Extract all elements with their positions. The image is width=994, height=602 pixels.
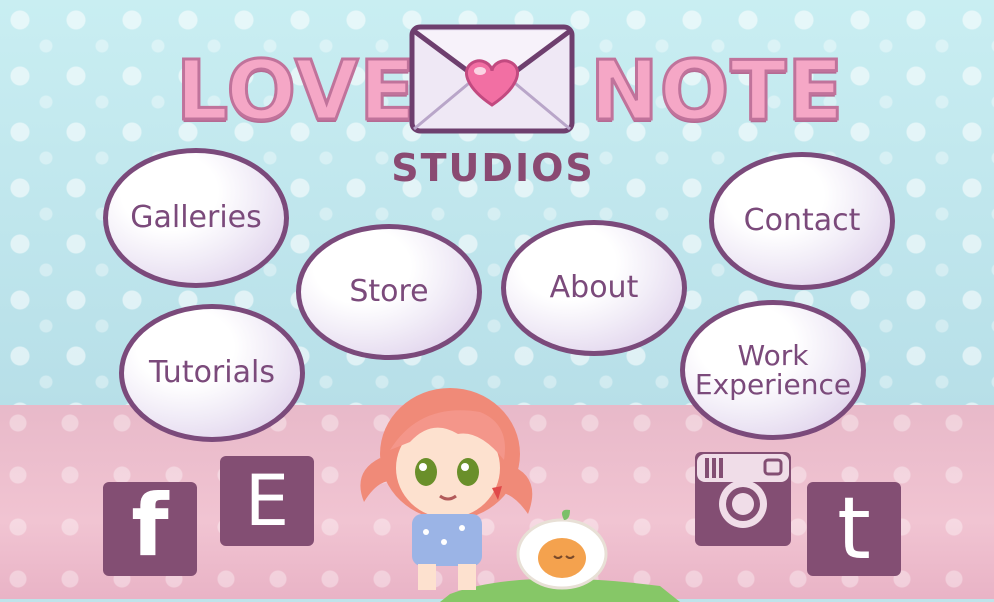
nav-about-label: About bbox=[549, 270, 639, 306]
mascot-illustration bbox=[360, 388, 680, 602]
nav-work-experience-button[interactable]: Work Experience bbox=[680, 300, 866, 440]
nav-about-button[interactable]: About bbox=[501, 220, 687, 356]
nav-work-line2: Experience bbox=[694, 368, 852, 401]
tumblr-icon: t bbox=[837, 479, 871, 579]
nav-store-label: Store bbox=[349, 274, 429, 310]
nav-galleries-label: Galleries bbox=[130, 200, 262, 236]
nav-work-experience-label: Work Experience bbox=[694, 338, 852, 401]
facebook-button[interactable]: f bbox=[103, 476, 197, 576]
nav-work-line1: Work bbox=[737, 338, 809, 372]
etsy-button[interactable]: E bbox=[220, 456, 314, 546]
logo-studios-text: STUDIOS bbox=[391, 146, 595, 190]
envelope-heart-icon bbox=[409, 24, 575, 134]
nav-contact-label: Contact bbox=[743, 203, 861, 239]
instagram-button[interactable] bbox=[695, 452, 791, 546]
nav-tutorials-label: Tutorials bbox=[149, 355, 275, 391]
nav-galleries-button[interactable]: Galleries bbox=[103, 148, 289, 288]
tumblr-button[interactable]: t bbox=[807, 479, 901, 579]
logo-note-text: NOTE bbox=[588, 43, 845, 141]
logo-love-text: LOVE bbox=[174, 43, 417, 141]
nav-contact-button[interactable]: Contact bbox=[709, 152, 895, 290]
nav-tutorials-button[interactable]: Tutorials bbox=[119, 304, 305, 442]
nav-store-button[interactable]: Store bbox=[296, 224, 482, 360]
facebook-icon: f bbox=[131, 476, 169, 576]
etsy-icon: E bbox=[244, 460, 290, 542]
instagram-icon bbox=[697, 454, 789, 544]
